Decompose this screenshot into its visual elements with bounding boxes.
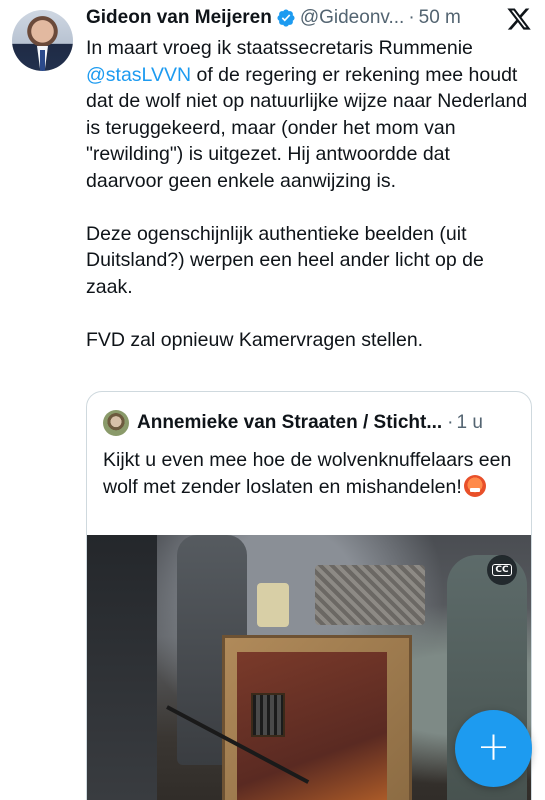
video-figure-left [87, 535, 157, 800]
paragraph-1-text: In maart vroeg ik staatssecretaris Rumme… [86, 37, 473, 59]
closed-captions-label: CC [492, 564, 512, 576]
tweet-body: In maart vroeg ik staatssecretaris Rumme… [86, 35, 531, 353]
x-logo-icon[interactable] [506, 6, 532, 32]
tweet-timestamp[interactable]: 50 m [419, 7, 461, 29]
plus-icon: + [476, 724, 511, 770]
video-crate-window [251, 693, 285, 737]
video-crate [222, 635, 412, 800]
angry-face-emoji-icon [463, 474, 486, 497]
video-bucket [257, 583, 289, 627]
author-name[interactable]: Gideon van Meijeren [86, 7, 272, 29]
closed-captions-icon[interactable]: CC [487, 555, 517, 585]
mention-link[interactable]: @stasLVVN [86, 64, 191, 86]
header-separator: · [408, 7, 415, 28]
tweet[interactable]: Gideon van Meijeren @Gideonv... · 50 m I… [0, 0, 545, 800]
tweet-paragraph-3: FVD zal opnieuw Kamervragen stellen. [86, 328, 424, 351]
avatar-tie [40, 50, 45, 71]
tweet-paragraph-1: In maart vroeg ik staatssecretaris Rumme… [86, 35, 531, 194]
verified-badge-icon [277, 9, 295, 27]
author-avatar[interactable] [12, 10, 73, 71]
compose-button[interactable]: + [455, 710, 532, 787]
quoted-header-separator: · [447, 412, 454, 433]
quoted-author-name[interactable]: Annemieke van Straaten / Sticht... [137, 412, 442, 434]
tweet-header: Gideon van Meijeren @Gideonv... · 50 m [86, 6, 461, 30]
quoted-tweet-header: Annemieke van Straaten / Sticht... · 1 u [103, 410, 483, 436]
video-basket [315, 565, 425, 625]
tweet-paragraph-2: Deze ogenschijnlijk authentieke beelden … [86, 222, 484, 298]
quoted-tweet-timestamp[interactable]: 1 u [456, 412, 482, 434]
quoted-text-content: Kijkt u even mee hoe de wolvenknuffelaar… [103, 449, 512, 498]
quoted-author-avatar[interactable] [103, 410, 129, 436]
quoted-tweet-text: Kijkt u even mee hoe de wolvenknuffelaar… [103, 447, 523, 500]
author-handle[interactable]: @Gideonv... [300, 7, 404, 29]
